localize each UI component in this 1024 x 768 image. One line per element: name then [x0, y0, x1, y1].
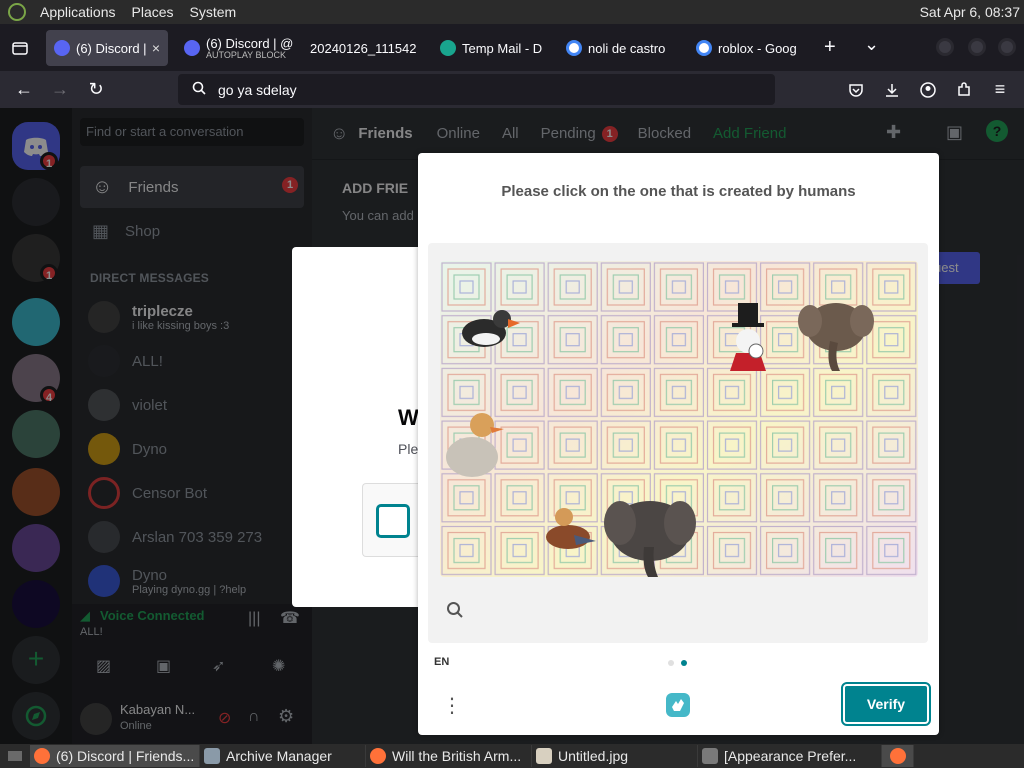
reload-icon[interactable]: ↻ — [80, 74, 112, 106]
applications-menu[interactable]: Applications — [32, 0, 124, 24]
tab-temp-mail[interactable]: Temp Mail - D — [432, 30, 550, 66]
tab-google-roblox[interactable]: roblox - Goog — [688, 30, 806, 66]
system-menu[interactable]: System — [182, 0, 245, 24]
captcha-widget[interactable] — [362, 483, 422, 557]
verification-modal-title: W — [398, 405, 419, 430]
google-favicon-icon — [696, 40, 712, 56]
challenge-prompt: Please click on the one that is created … — [501, 183, 856, 200]
discord-favicon-icon — [184, 40, 200, 56]
firefox-icon — [889, 748, 906, 764]
hcaptcha-logo-icon — [662, 689, 694, 721]
task-firefox-article[interactable]: Will the British Arm... — [366, 745, 532, 767]
extensions-icon[interactable] — [948, 74, 980, 106]
verify-button[interactable]: Verify — [841, 682, 931, 726]
firefox-icon — [370, 748, 386, 764]
clock[interactable]: Sat Apr 6, 08:37 — [920, 0, 1020, 24]
task-firefox-icon-only[interactable] — [882, 745, 914, 767]
captcha-challenge: Please click on the one that is created … — [418, 153, 939, 735]
tab-google-noli[interactable]: noli de castro — [558, 30, 680, 66]
challenge-image-area — [428, 243, 928, 643]
list-all-tabs-icon[interactable]: ⌄ — [864, 34, 879, 55]
task-firefox-discord[interactable]: (6) Discord | Friends... — [30, 745, 200, 767]
minimize-window-button[interactable] — [936, 38, 954, 56]
captcha-checkbox[interactable] — [376, 504, 410, 538]
discord-favicon-icon — [54, 40, 70, 56]
close-tab-icon[interactable]: × — [152, 40, 160, 56]
tab-bar: (6) Discord | × (6) Discord | @ AUTOPLAY… — [0, 24, 1024, 71]
appearance-preferences-icon — [702, 748, 718, 764]
task-archive-manager[interactable]: Archive Manager — [200, 745, 366, 767]
google-favicon-icon — [566, 40, 582, 56]
challenge-page-dot-active — [681, 660, 687, 666]
maximize-window-button[interactable] — [968, 38, 986, 56]
firefox-icon — [34, 748, 50, 764]
challenge-menu-icon[interactable]: ⋮ — [442, 693, 462, 718]
tab-discord-friends[interactable]: (6) Discord | × — [46, 30, 168, 66]
image-viewer-icon — [536, 748, 552, 764]
places-menu[interactable]: Places — [124, 0, 182, 24]
top-panel: Applications Places System Sat Apr 6, 08… — [0, 0, 1024, 24]
verification-modal: W Ple — [292, 247, 422, 607]
challenge-page-dot — [668, 660, 674, 666]
back-arrow-icon[interactable]: ← — [8, 74, 40, 106]
pocket-icon[interactable] — [840, 74, 872, 106]
temp-mail-favicon-icon — [440, 40, 456, 56]
task-appearance-preferences[interactable]: [Appearance Prefer... — [698, 745, 882, 767]
distro-logo-icon[interactable] — [8, 3, 26, 21]
verification-modal-desc: Ple — [398, 441, 419, 457]
url-bar[interactable]: go ya sdelay — [178, 74, 775, 105]
hamburger-menu-icon[interactable]: ≡ — [984, 74, 1016, 106]
account-icon[interactable] — [912, 74, 944, 106]
zoom-search-icon[interactable] — [446, 601, 464, 624]
tab-image[interactable]: 20240126_111542 — [302, 30, 424, 66]
new-tab-button[interactable]: + — [824, 36, 836, 59]
navigation-toolbar: ← → ↻ go ya sdelay ≡ — [0, 71, 1024, 108]
forward-arrow-icon[interactable]: → — [44, 74, 76, 106]
tab-groups-icon[interactable] — [4, 32, 36, 64]
url-text[interactable]: go ya sdelay — [218, 82, 297, 98]
tab-discord-dm[interactable]: (6) Discord | @ AUTOPLAY BLOCK — [176, 30, 296, 66]
task-image-viewer[interactable]: Untitled.jpg — [532, 745, 698, 767]
taskbar: (6) Discord | Friends... Archive Manager… — [0, 744, 1024, 768]
language-selector[interactable]: EN — [434, 656, 449, 668]
close-window-button[interactable] — [998, 38, 1016, 56]
show-desktop-icon[interactable] — [0, 745, 30, 767]
archive-manager-icon — [204, 748, 220, 764]
downloads-icon[interactable] — [876, 74, 908, 106]
challenge-image[interactable] — [440, 261, 918, 577]
search-icon — [192, 81, 206, 99]
